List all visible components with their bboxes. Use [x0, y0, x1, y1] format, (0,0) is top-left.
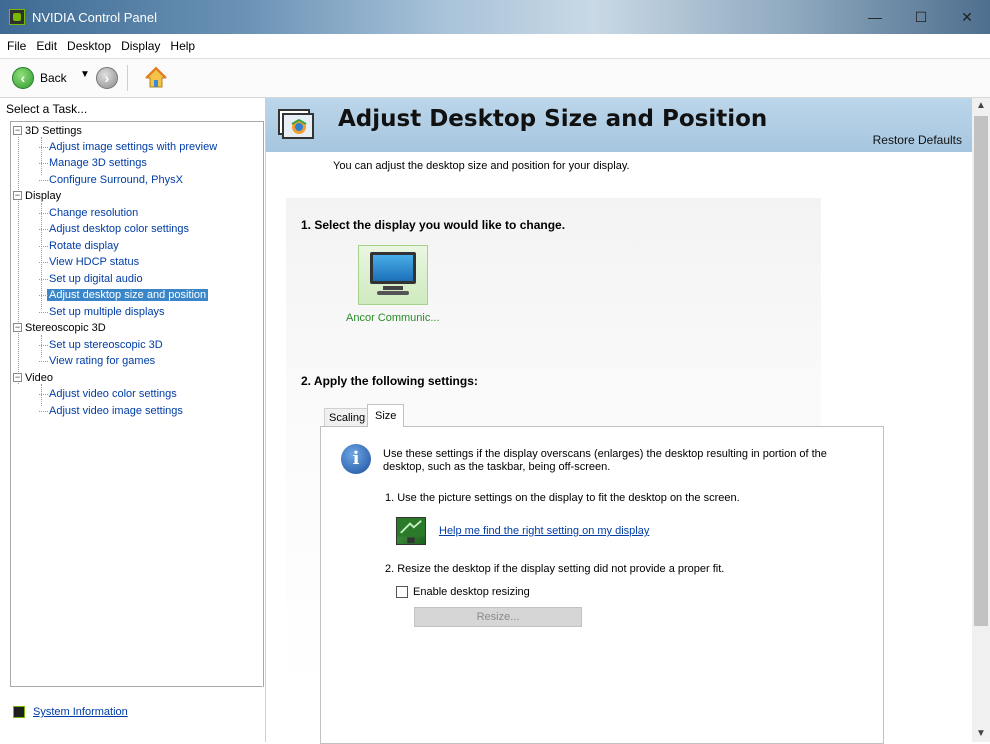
- category-label: Stereoscopic 3D: [25, 322, 106, 334]
- menu-desktop[interactable]: Desktop: [62, 34, 116, 58]
- monitor-icon: [370, 252, 416, 284]
- enable-desktop-resizing-checkbox[interactable]: [396, 586, 408, 598]
- collapse-icon[interactable]: −: [13, 373, 22, 382]
- monitor-base: [377, 291, 409, 295]
- window-title: NVIDIA Control Panel: [32, 10, 158, 25]
- task-adjust-video-image[interactable]: Adjust video image settings: [39, 404, 183, 418]
- task-set-up-multiple-displays[interactable]: Set up multiple displays: [39, 305, 165, 319]
- monitor-stand: [383, 286, 403, 290]
- category-label: 3D Settings: [25, 125, 82, 137]
- tree-connector: [41, 384, 42, 406]
- tree-category-3d-settings[interactable]: −3D Settings: [13, 124, 82, 138]
- step2-text: 2. Resize the desktop if the display set…: [385, 563, 725, 575]
- task-set-up-digital-audio[interactable]: Set up digital audio: [39, 272, 143, 286]
- info-text-line1: Use these settings if the display oversc…: [383, 448, 827, 460]
- task-adjust-video-color[interactable]: Adjust video color settings: [39, 387, 177, 401]
- menu-help[interactable]: Help: [165, 34, 200, 58]
- page-header: Adjust Desktop Size and Position Restore…: [266, 98, 972, 152]
- tree-connector: [41, 335, 42, 357]
- task-pane: Select a Task... −3D Settings Adjust ima…: [0, 98, 266, 742]
- task-pane-header: Select a Task...: [6, 102, 88, 116]
- section-apply-settings-heading: 2. Apply the following settings:: [301, 374, 478, 388]
- back-button-label[interactable]: Back: [40, 71, 67, 85]
- maximize-button[interactable]: ☐: [898, 0, 944, 34]
- task-adjust-desktop-color[interactable]: Adjust desktop color settings: [38, 222, 189, 236]
- tree-connector: [41, 137, 42, 175]
- category-label: Display: [25, 190, 62, 202]
- tab-size[interactable]: Size: [367, 404, 405, 427]
- display-tile[interactable]: [358, 245, 428, 305]
- menu-edit[interactable]: Edit: [31, 34, 62, 58]
- tree-category-stereoscopic-3d[interactable]: − Stereoscopic 3D: [13, 321, 106, 335]
- info-text-line2: desktop, such as the taskbar, being off-…: [383, 461, 611, 473]
- task-manage-3d-settings[interactable]: Manage 3D settings: [39, 156, 147, 170]
- nvidia-info-icon: [13, 706, 25, 718]
- collapse-icon[interactable]: −: [13, 191, 22, 200]
- task-tree: −3D Settings Adjust image settings with …: [10, 121, 264, 687]
- tree-connector: [41, 203, 42, 309]
- task-change-resolution[interactable]: Change resolution: [38, 206, 138, 220]
- menu-display[interactable]: Display: [116, 34, 165, 58]
- menu-file[interactable]: File: [0, 34, 31, 58]
- title-bar: NVIDIA Control Panel — ☐ ✕: [0, 0, 990, 34]
- menu-bar: File Edit Desktop Display Help: [0, 34, 990, 59]
- toolbar-separator: [127, 65, 128, 91]
- task-set-up-stereoscopic-3d[interactable]: Set up stereoscopic 3D: [39, 338, 163, 352]
- nvidia-app-icon: [9, 9, 25, 25]
- tab-scaling[interactable]: Scaling: [324, 408, 371, 427]
- display-settings-help-icon: [396, 517, 426, 545]
- desktop-size-icon: [278, 109, 314, 139]
- minimize-button[interactable]: —: [852, 0, 898, 34]
- close-button[interactable]: ✕: [944, 0, 990, 34]
- task-adjust-image-settings[interactable]: Adjust image settings with preview: [38, 140, 217, 154]
- tree-category-display[interactable]: − Display: [13, 189, 62, 203]
- size-tab-content: i Use these settings if the display over…: [320, 426, 884, 744]
- tree-category-video[interactable]: − Video: [13, 371, 53, 385]
- page-title: Adjust Desktop Size and Position: [338, 106, 768, 132]
- category-label: Video: [25, 372, 53, 384]
- collapse-icon[interactable]: −: [13, 323, 22, 332]
- info-icon: i: [341, 444, 371, 474]
- toolbar: ‹ Back ▼ ›: [0, 59, 990, 98]
- system-information-link[interactable]: System Information: [13, 706, 128, 718]
- home-icon[interactable]: [144, 66, 168, 90]
- selected-task-highlight: Adjust desktop size and position: [47, 289, 209, 301]
- display-name-label[interactable]: Ancor Communic...: [346, 312, 440, 324]
- scroll-down-icon[interactable]: ▼: [972, 726, 990, 742]
- resize-button[interactable]: Resize...: [414, 607, 582, 627]
- page-description: You can adjust the desktop size and posi…: [333, 160, 630, 172]
- step1-text: 1. Use the picture settings on the displ…: [385, 492, 740, 504]
- restore-defaults-link[interactable]: Restore Defaults: [873, 133, 962, 147]
- scrollbar-thumb[interactable]: [974, 116, 988, 626]
- help-find-setting-link[interactable]: Help me find the right setting on my dis…: [439, 525, 649, 537]
- scroll-up-icon[interactable]: ▲: [972, 98, 990, 114]
- forward-arrow-icon[interactable]: ›: [96, 67, 118, 89]
- task-view-rating-for-games[interactable]: View rating for games: [38, 354, 155, 368]
- task-adjust-desktop-size-position[interactable]: Adjust desktop size and position: [38, 288, 209, 302]
- enable-desktop-resizing-label[interactable]: Enable desktop resizing: [413, 586, 530, 598]
- section-select-display-heading: 1. Select the display you would like to …: [301, 218, 566, 232]
- tree-divider: [10, 686, 262, 687]
- task-configure-surround-physx[interactable]: Configure Surround, PhysX: [39, 173, 183, 187]
- tree-connector: [18, 137, 19, 384]
- system-information-label[interactable]: System Information: [33, 706, 128, 718]
- task-rotate-display[interactable]: Rotate display: [39, 239, 119, 253]
- task-view-hdcp-status[interactable]: View HDCP status: [38, 255, 139, 269]
- back-arrow-icon[interactable]: ‹: [12, 67, 34, 89]
- main-content: Adjust Desktop Size and Position Restore…: [266, 98, 972, 744]
- collapse-icon[interactable]: −: [13, 126, 22, 135]
- vertical-scrollbar[interactable]: ▲ ▼: [972, 98, 990, 742]
- back-history-dropdown-icon[interactable]: ▼: [80, 69, 90, 80]
